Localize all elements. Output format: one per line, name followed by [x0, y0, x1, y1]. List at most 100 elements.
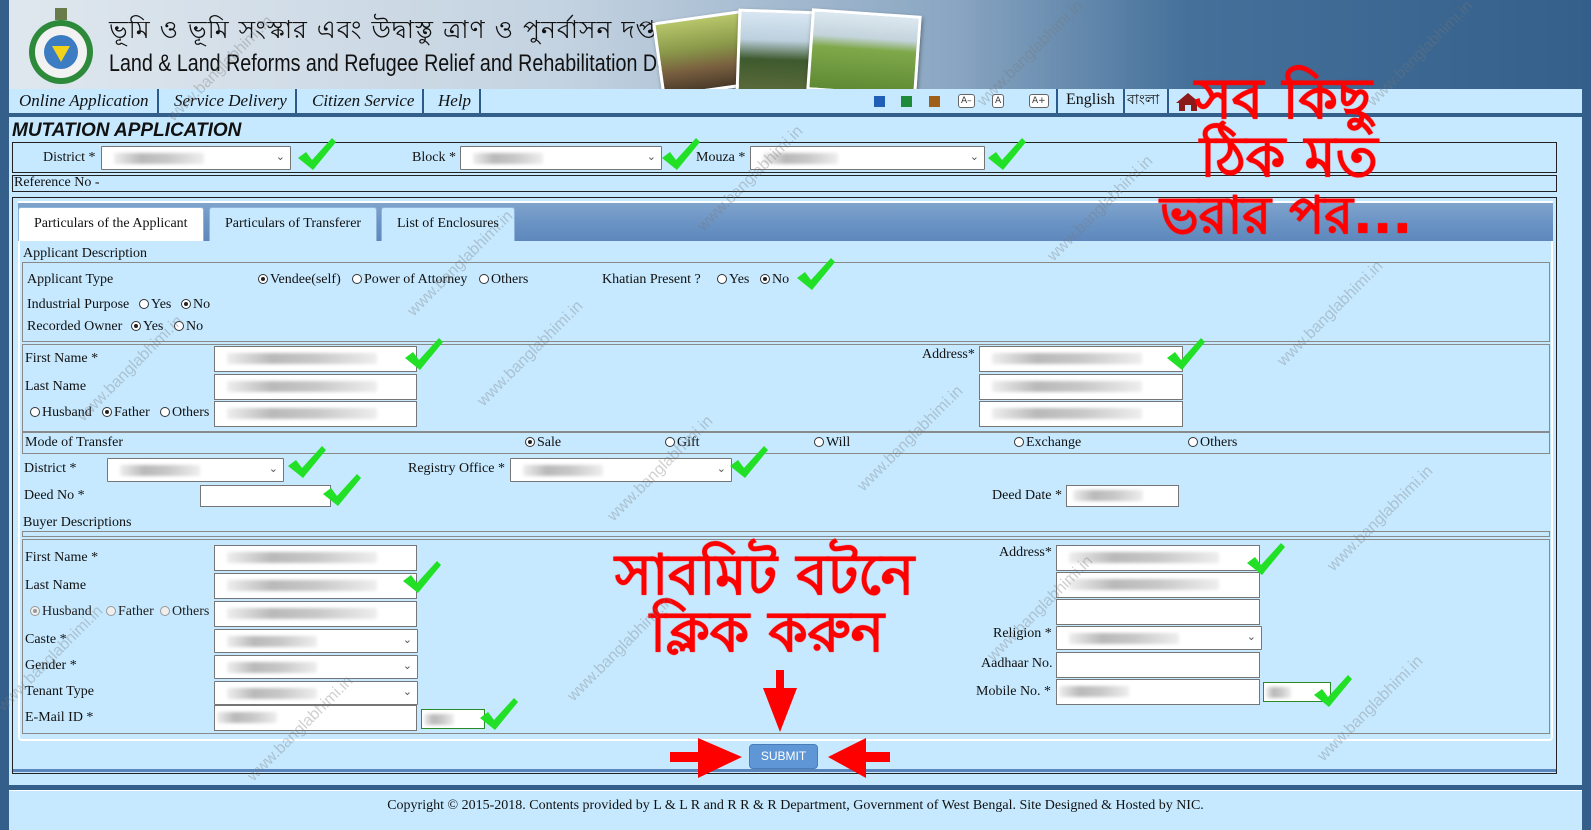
aadhaar-input[interactable] — [1056, 652, 1260, 678]
applicant-guardian-name-input[interactable] — [214, 401, 417, 427]
buyer-last-name-input[interactable] — [214, 573, 417, 599]
applicant-address-line3-input[interactable] — [979, 401, 1183, 427]
religion-select[interactable]: ⌄ — [1056, 626, 1262, 650]
tenant-type-select[interactable]: ⌄ — [214, 681, 418, 705]
applicant-type-others-radio[interactable]: Others — [479, 272, 528, 288]
language-bangla-link[interactable]: বাংলা — [1119, 89, 1170, 113]
aadhaar-label: Aadhaar No. — [981, 656, 1053, 671]
mobile-captcha-input[interactable] — [1263, 682, 1331, 702]
industrial-purpose-label: Industrial Purpose — [27, 297, 130, 312]
nav-help[interactable]: Help — [430, 89, 482, 113]
chevron-down-icon: ⌄ — [1246, 630, 1256, 643]
applicant-relation-husband-radio[interactable]: Husband — [30, 405, 92, 421]
language-english-link[interactable]: English — [1056, 89, 1125, 113]
nav-citizen-service[interactable]: Citizen Service — [304, 89, 425, 113]
radio-icon — [139, 299, 149, 309]
registry-office-label: Registry Office * — [408, 461, 505, 476]
applicant-last-name-input[interactable] — [214, 374, 417, 400]
chevron-down-icon: ⌄ — [275, 150, 285, 163]
nav-service-delivery[interactable]: Service Delivery — [166, 89, 297, 113]
block-select[interactable]: ⌄ — [460, 146, 662, 170]
radio-checked-icon — [181, 299, 191, 309]
transfer-gift-radio[interactable]: Gift — [665, 435, 700, 451]
applicant-address-line2-input[interactable] — [979, 374, 1183, 400]
registry-office-select[interactable]: ⌄ — [510, 458, 732, 482]
deed-date-input[interactable] — [1066, 485, 1179, 507]
recorded-yes-radio[interactable]: Yes — [131, 319, 163, 335]
chevron-down-icon: ⌄ — [268, 462, 278, 475]
applicant-address-line1-input[interactable] — [979, 346, 1183, 372]
tab-list-of-enclosures[interactable]: List of Enclosures — [381, 207, 515, 241]
radio-checked-icon — [258, 274, 268, 284]
buyer-address-line3-input[interactable] — [1056, 599, 1260, 625]
recorded-no-radio[interactable]: No — [174, 319, 203, 335]
buyer-last-name-label: Last Name — [25, 578, 87, 593]
mouza-label: Mouza * — [696, 150, 746, 165]
theme-brown-button[interactable] — [929, 96, 940, 107]
buyer-relation-father-radio[interactable]: Father — [106, 604, 154, 620]
deed-date-label: Deed Date * — [992, 488, 1062, 503]
mouza-select[interactable]: ⌄ — [750, 146, 985, 170]
submit-button[interactable]: SUBMIT — [749, 744, 818, 769]
buyer-guardian-name-input[interactable] — [214, 601, 417, 627]
radio-icon — [717, 274, 727, 284]
applicant-relation-father-radio[interactable]: Father — [102, 405, 150, 421]
mobile-input[interactable] — [1056, 679, 1260, 705]
reference-number-label: Reference No - — [14, 175, 100, 190]
west-bengal-emblem-icon — [29, 8, 93, 84]
radio-icon — [665, 437, 675, 447]
buyer-relation-others-radio[interactable]: Others — [160, 604, 209, 620]
industrial-no-radio[interactable]: No — [181, 297, 210, 313]
font-increase-button[interactable]: A+ — [1029, 94, 1049, 108]
khatian-yes-radio[interactable]: Yes — [717, 272, 749, 288]
copyright-text: Copyright © 2015-2018. Contents provided… — [387, 798, 1204, 813]
annotation-click-submit-line2: ক্লিক করুন — [650, 600, 885, 665]
font-normal-button[interactable]: A — [992, 94, 1005, 108]
recorded-owner-label: Recorded Owner — [27, 319, 123, 334]
transfer-exchange-radio[interactable]: Exchange — [1014, 435, 1081, 451]
district-select[interactable]: ⌄ — [101, 146, 291, 170]
buyer-address-label: Address* — [999, 545, 1052, 560]
buyer-first-name-label: First Name * — [25, 550, 99, 565]
buyer-divider — [22, 531, 1550, 537]
department-title-bengali: ভূমি ও ভূমি সংস্কার এবং উদ্বাস্তু ত্রাণ … — [109, 15, 672, 44]
nav-online-application[interactable]: Online Application — [11, 89, 159, 113]
transfer-will-radio[interactable]: Will — [814, 435, 850, 451]
radio-checked-icon — [525, 437, 535, 447]
email-captcha-input[interactable] — [421, 709, 485, 729]
radio-checked-icon — [102, 407, 112, 417]
transfer-others-radio[interactable]: Others — [1188, 435, 1237, 451]
applicant-last-name-label: Last Name — [25, 379, 87, 394]
buyer-first-name-input[interactable] — [214, 545, 417, 571]
buyer-address-line2-input[interactable] — [1056, 572, 1260, 598]
applicant-type-poa-radio[interactable]: Power of Attorney — [352, 272, 467, 288]
applicant-type-label: Applicant Type — [27, 272, 114, 287]
khatian-present-label: Khatian Present ? — [602, 272, 701, 287]
transfer-sale-radio[interactable]: Sale — [525, 435, 561, 451]
industrial-yes-radio[interactable]: Yes — [139, 297, 171, 313]
caste-select[interactable]: ⌄ — [214, 629, 418, 653]
mode-of-transfer-label: Mode of Transfer — [25, 435, 123, 450]
tab-particulars-of-applicant[interactable]: Particulars of the Applicant — [18, 207, 204, 241]
radio-checked-icon — [30, 606, 40, 616]
footer: Copyright © 2015-2018. Contents provided… — [9, 790, 1582, 830]
deed-no-label: Deed No * — [24, 488, 85, 503]
font-decrease-button[interactable]: A– — [958, 94, 975, 108]
applicant-first-name-input[interactable] — [214, 346, 417, 372]
deed-no-input[interactable] — [200, 485, 331, 507]
buyer-relation-husband-radio[interactable]: Husband — [30, 604, 92, 620]
email-input[interactable] — [214, 705, 417, 731]
chevron-down-icon: ⌄ — [402, 633, 412, 646]
tab-particulars-of-transferer[interactable]: Particulars of Transferer — [209, 207, 378, 241]
email-label: E-Mail ID * — [25, 710, 94, 725]
transfer-district-select[interactable]: ⌄ — [107, 458, 284, 482]
theme-blue-button[interactable] — [874, 96, 885, 107]
buyer-address-line1-input[interactable] — [1056, 545, 1260, 571]
khatian-no-radio[interactable]: No — [760, 272, 789, 288]
district-label: District * — [43, 150, 96, 165]
theme-green-button[interactable] — [901, 96, 912, 107]
annotation-instruction-line1: সব কিছু — [1195, 67, 1372, 132]
applicant-relation-others-radio[interactable]: Others — [160, 405, 209, 421]
gender-select[interactable]: ⌄ — [214, 655, 418, 679]
applicant-type-vendee-radio[interactable]: Vendee(self) — [258, 272, 341, 288]
